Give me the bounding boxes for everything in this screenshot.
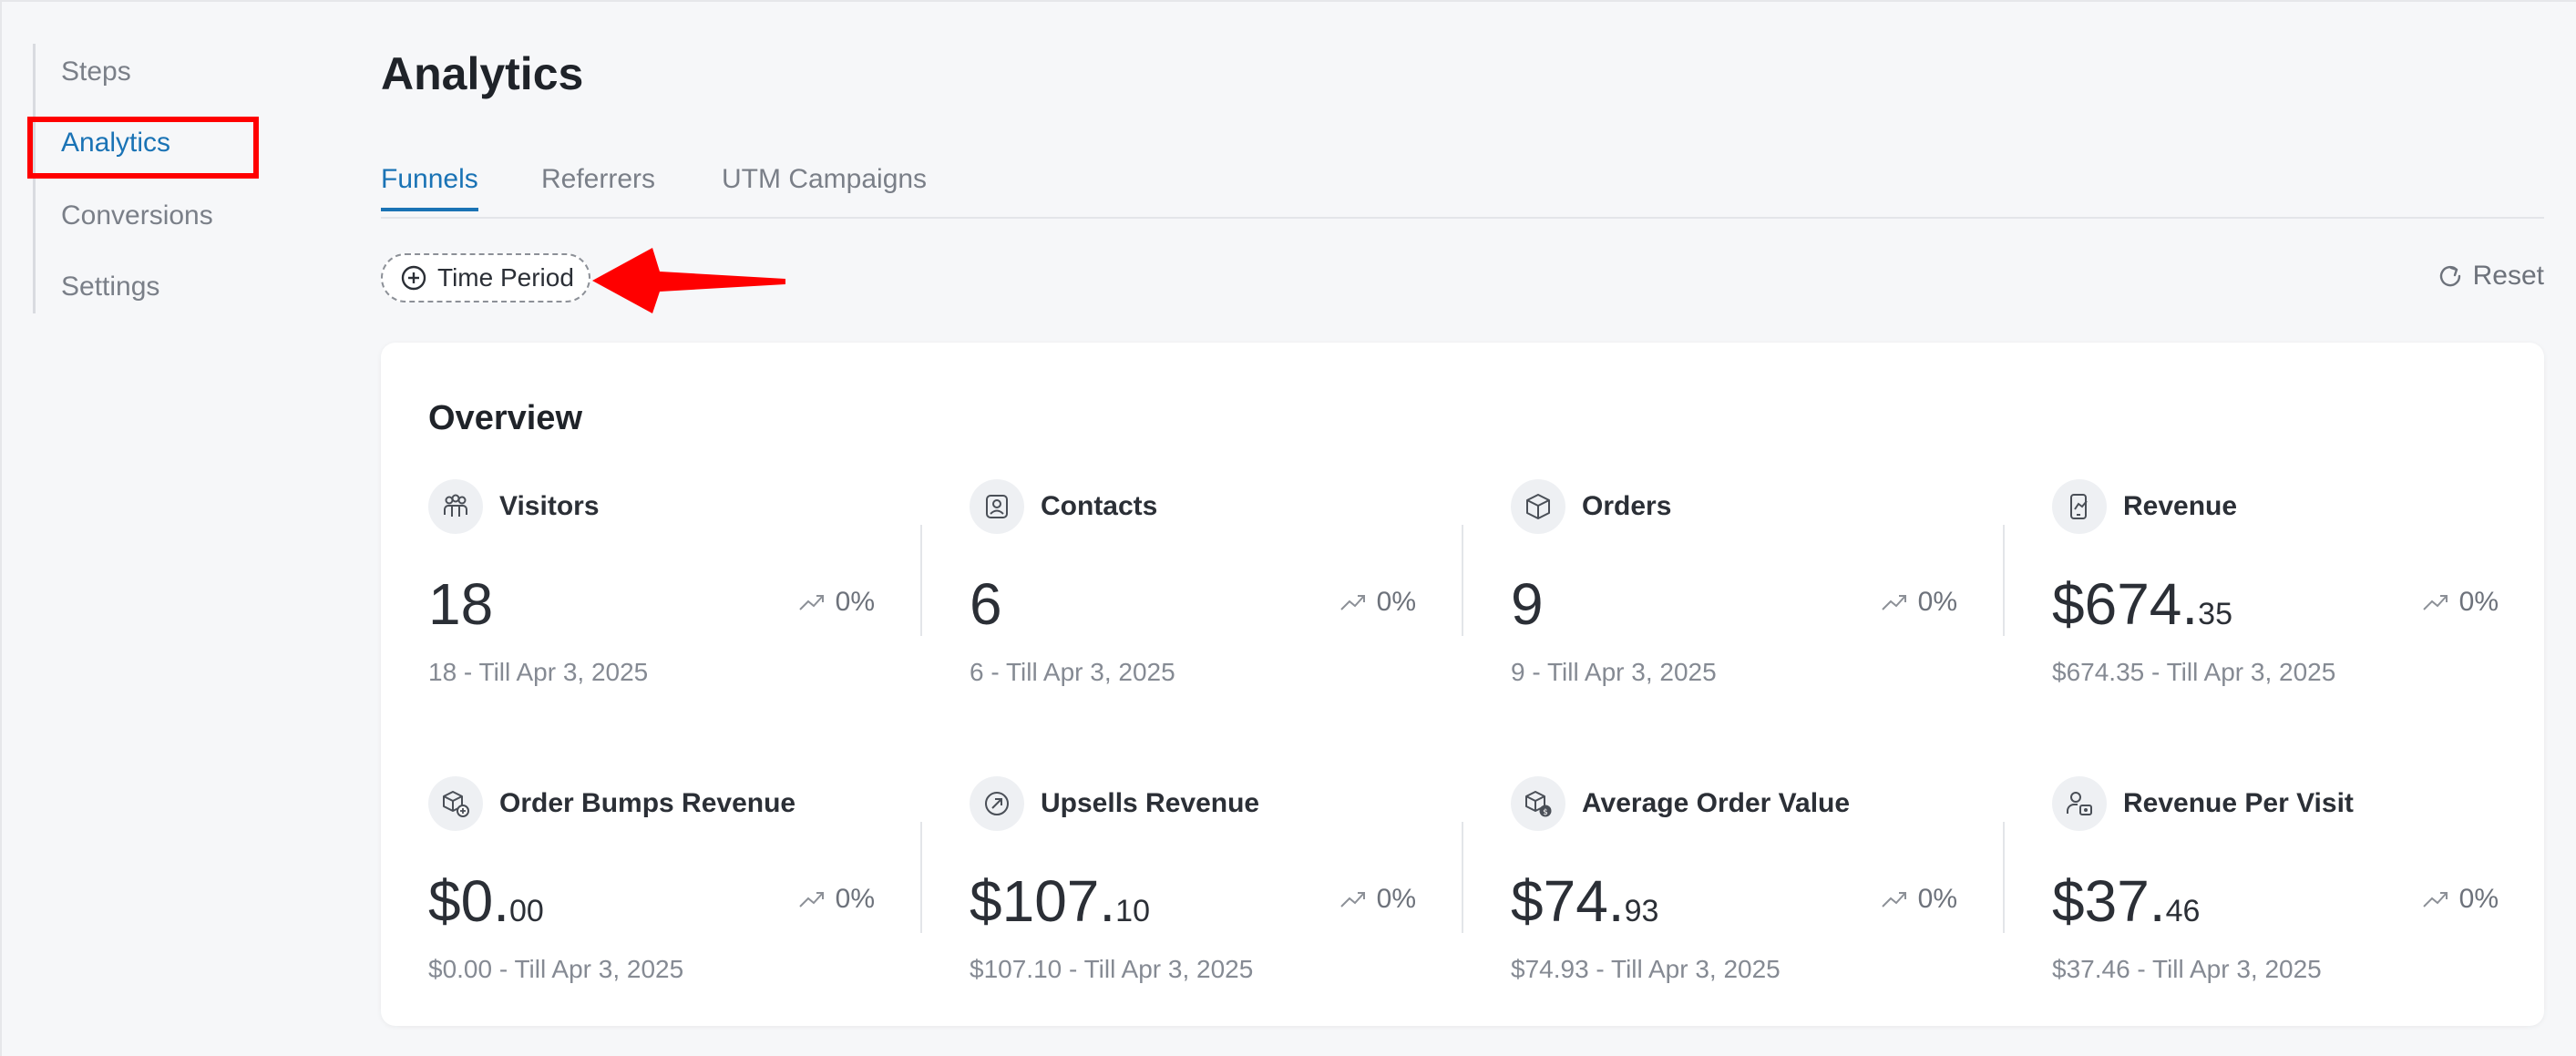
metric-change: 0% [1880, 587, 1957, 618]
trend-up-icon [2422, 892, 2448, 907]
tab-referrers[interactable]: Referrers [541, 164, 655, 208]
metric-revenue-per-visit: Revenue Per Visit $37.46 0% $37.46 - Til… [2052, 776, 2544, 995]
upsell-icon [970, 776, 1024, 831]
reset-label: Reset [2472, 261, 2544, 291]
metric-change: 0% [2421, 884, 2499, 915]
order-bump-icon [428, 776, 483, 831]
metric-divider [2003, 822, 2005, 933]
tab-bar: Funnels Referrers UTM Campaigns [381, 164, 2544, 219]
metric-value: $107.10 [970, 868, 1150, 934]
metric-divider [2003, 525, 2005, 636]
time-period-button[interactable]: Time Period [381, 253, 590, 302]
box-icon [1511, 479, 1565, 534]
trend-up-icon [2422, 595, 2448, 610]
metric-upsells-revenue: Upsells Revenue $107.10 0% $107.10 - Til… [970, 776, 1462, 995]
average-order-icon: $ [1511, 776, 1565, 831]
metric-subtext: $674.35 - Till Apr 3, 2025 [2052, 658, 2336, 686]
sidebar-item-steps[interactable]: Steps [61, 56, 131, 87]
trend-up-icon [798, 595, 824, 610]
metric-value: $674.35 [2052, 571, 2232, 637]
metric-value: $37.46 [2052, 868, 2201, 934]
metric-divider [920, 525, 922, 636]
metric-contacts: Contacts 6 0% 6 - Till Apr 3, 2025 [970, 479, 1462, 698]
trend-up-icon [1881, 892, 1906, 907]
annotation-highlight-box [27, 117, 259, 179]
metric-label: Revenue [2123, 491, 2238, 521]
overview-card: Overview Visitors 18 0% 18 - Till Apr 3,… [381, 343, 2544, 1026]
tab-funnels[interactable]: Funnels [381, 164, 478, 211]
metric-divider [920, 822, 922, 933]
metric-value: 9 [1511, 571, 1544, 637]
trend-up-icon [1339, 595, 1365, 610]
trend-up-icon [1339, 892, 1365, 907]
trend-up-icon [1881, 595, 1906, 610]
annotation-arrow [592, 248, 785, 313]
metric-subtext: 18 - Till Apr 3, 2025 [428, 658, 649, 686]
time-period-label: Time Period [437, 263, 574, 292]
sidebar-item-settings[interactable]: Settings [61, 272, 159, 302]
metric-change: 0% [2421, 587, 2499, 618]
metric-subtext: 6 - Till Apr 3, 2025 [970, 658, 1175, 686]
metric-change: 0% [1339, 884, 1416, 915]
metric-divider [1462, 525, 1463, 636]
reset-button[interactable]: Reset [2437, 261, 2544, 292]
metric-value: 18 [428, 571, 494, 637]
metric-label: Order Bumps Revenue [499, 788, 796, 818]
metric-change: 0% [797, 884, 875, 915]
trend-up-icon [798, 892, 824, 907]
plus-circle-icon [401, 265, 426, 291]
metric-visitors: Visitors 18 0% 18 - Till Apr 3, 2025 [428, 479, 920, 698]
metric-value: $74.93 [1511, 868, 1659, 934]
metric-order-bumps-revenue: Order Bumps Revenue $0.00 0% $0.00 - Til… [428, 776, 920, 995]
metric-label: Orders [1582, 491, 1672, 521]
metric-change: 0% [1880, 884, 1957, 915]
metric-value: $0.00 [428, 868, 544, 934]
metric-label: Revenue Per Visit [2123, 788, 2354, 818]
contacts-icon [970, 479, 1024, 534]
metric-value: 6 [970, 571, 1002, 637]
reset-icon [2439, 265, 2460, 287]
page-title: Analytics [381, 48, 584, 99]
metric-label: Upsells Revenue [1041, 788, 1260, 818]
metric-divider [1462, 822, 1463, 933]
metric-subtext: $74.93 - Till Apr 3, 2025 [1511, 955, 1781, 983]
tab-utm-campaigns[interactable]: UTM Campaigns [722, 164, 927, 208]
metric-change: 0% [1339, 587, 1416, 618]
sidebar-item-conversions[interactable]: Conversions [61, 200, 213, 231]
overview-title: Overview [428, 399, 582, 437]
revenue-icon [2052, 479, 2107, 534]
metric-revenue: Revenue $674.35 0% $674.35 - Till Apr 3,… [2052, 479, 2544, 698]
metric-subtext: $37.46 - Till Apr 3, 2025 [2052, 955, 2322, 983]
revenue-per-visit-icon [2052, 776, 2107, 831]
metric-subtext: $0.00 - Till Apr 3, 2025 [428, 955, 684, 983]
visitors-icon [428, 479, 483, 534]
metric-label: Visitors [499, 491, 600, 521]
metric-label: Average Order Value [1582, 788, 1851, 818]
metric-average-order-value: $ Average Order Value $74.93 0% $74.93 -… [1511, 776, 2003, 995]
metric-subtext: $107.10 - Till Apr 3, 2025 [970, 955, 1254, 983]
svg-text:$: $ [1543, 808, 1548, 817]
metric-change: 0% [797, 587, 875, 618]
metric-orders: Orders 9 0% 9 - Till Apr 3, 2025 [1511, 479, 2003, 698]
metric-subtext: 9 - Till Apr 3, 2025 [1511, 658, 1717, 686]
metric-label: Contacts [1041, 491, 1158, 521]
sidebar-nav: Steps Analytics Conversions Settings [33, 44, 309, 313]
